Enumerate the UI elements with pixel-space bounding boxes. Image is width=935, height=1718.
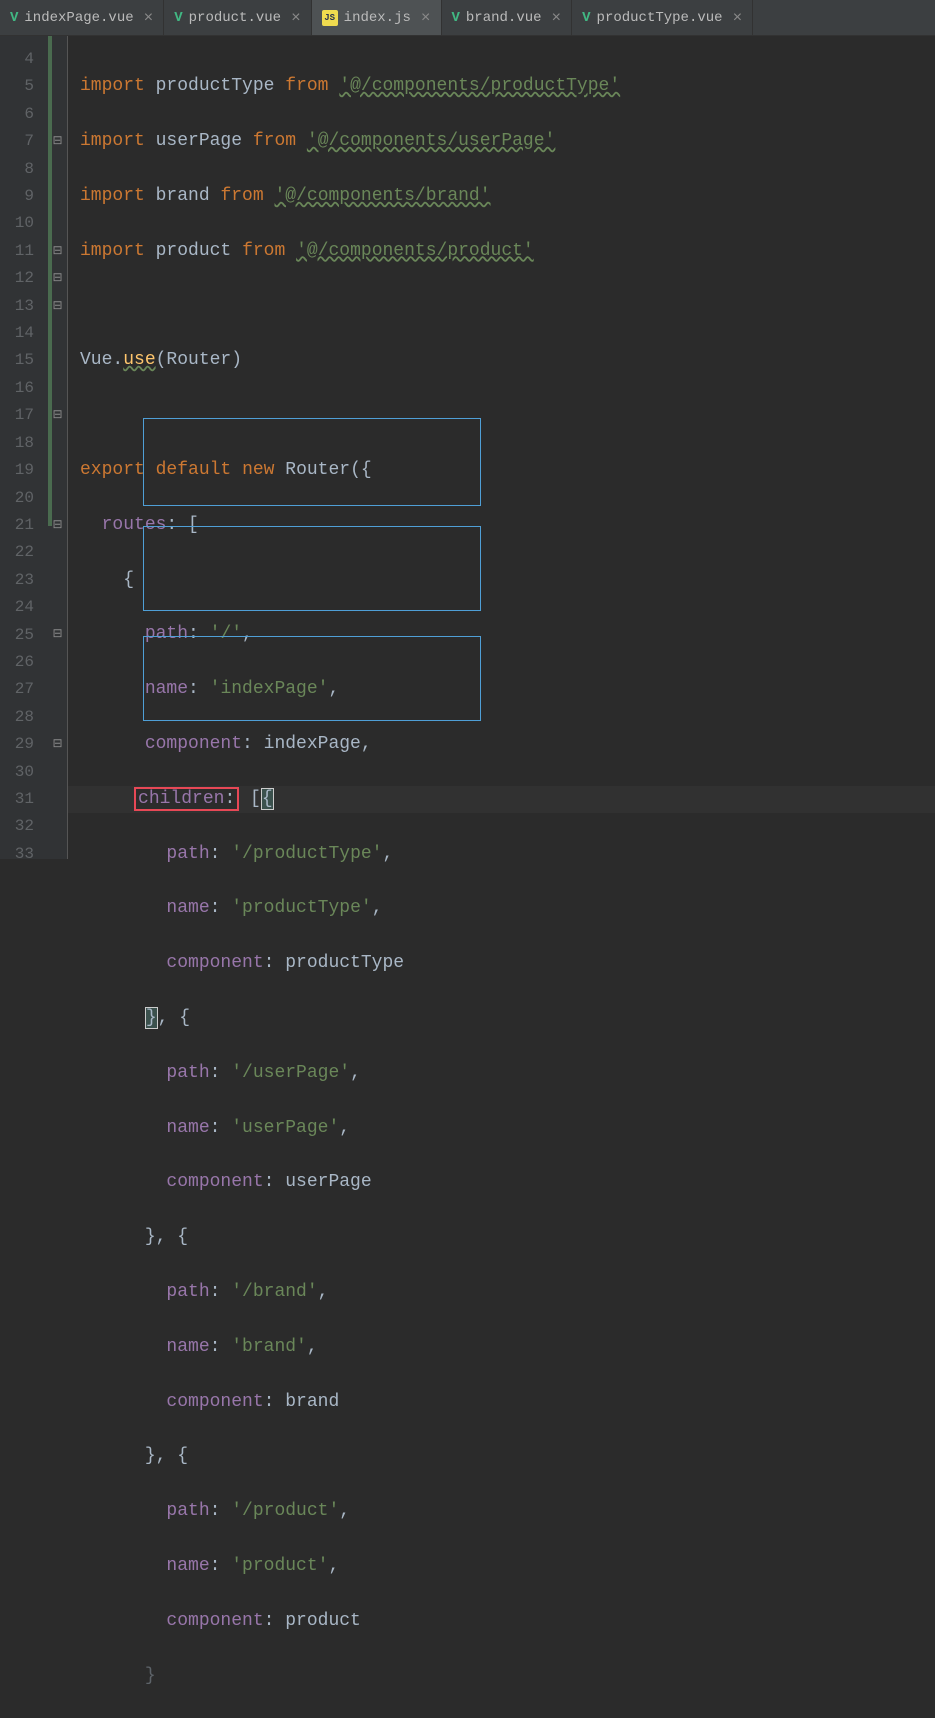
line-number: 7 (0, 128, 34, 155)
tab-indexpage[interactable]: V indexPage.vue × (0, 0, 164, 35)
line-number: 8 (0, 156, 34, 183)
code-line[interactable]: name: 'product', (68, 1553, 935, 1580)
line-number: 10 (0, 210, 34, 237)
highlight-box-red: children: (134, 787, 239, 811)
code-line[interactable]: component: userPage (68, 1169, 935, 1196)
code-line[interactable]: component: brand (68, 1389, 935, 1416)
close-icon[interactable]: × (144, 9, 154, 27)
line-number: 6 (0, 101, 34, 128)
code-line[interactable]: name: 'productType', (68, 895, 935, 922)
editor[interactable]: 4567891011121314151617181920212223242526… (0, 36, 935, 859)
code-line[interactable]: routes: [ (68, 512, 935, 539)
code-line[interactable]: component: product (68, 1608, 935, 1635)
code-area[interactable]: import productType from '@/components/pr… (68, 36, 935, 859)
tab-label: index.js (344, 10, 411, 26)
code-line[interactable]: path: '/product', (68, 1498, 935, 1525)
line-number: 23 (0, 567, 34, 594)
line-number: 4 (0, 46, 34, 73)
line-number: 26 (0, 649, 34, 676)
line-number: 15 (0, 347, 34, 374)
line-number: 31 (0, 786, 34, 813)
code-line[interactable]: path: '/brand', (68, 1279, 935, 1306)
code-line[interactable]: Vue.use(Router) (68, 347, 935, 374)
code-line[interactable]: import product from '@/components/produc… (68, 238, 935, 265)
code-line[interactable] (68, 402, 935, 429)
line-number: 18 (0, 430, 34, 457)
code-line[interactable]: component: productType (68, 950, 935, 977)
fold-gutter[interactable]: ⊟ ⊟ ⊟ ⊟ ⊟ ⊟ ⊟ ⊟ (48, 36, 68, 859)
close-icon[interactable]: × (291, 9, 301, 27)
line-number: 16 (0, 375, 34, 402)
code-line[interactable]: import userPage from '@/components/userP… (68, 128, 935, 155)
code-line[interactable]: export default new Router({ (68, 457, 935, 484)
code-line[interactable]: import brand from '@/components/brand' (68, 183, 935, 210)
code-line[interactable]: name: 'brand', (68, 1334, 935, 1361)
code-line-highlighted[interactable]: children: [{ (68, 786, 935, 813)
line-number: 22 (0, 539, 34, 566)
line-number: 12 (0, 265, 34, 292)
line-number: 25 (0, 622, 34, 649)
code-line[interactable]: path: '/userPage', (68, 1060, 935, 1087)
code-line[interactable]: }, { (68, 1443, 935, 1470)
line-number: 21 (0, 512, 34, 539)
tab-brand[interactable]: V brand.vue × (442, 0, 573, 35)
line-number: 13 (0, 293, 34, 320)
close-icon[interactable]: × (421, 9, 431, 27)
tab-bar: V indexPage.vue × V product.vue × JS ind… (0, 0, 935, 36)
code-line[interactable]: path: '/', (68, 621, 935, 648)
line-gutter: 4567891011121314151617181920212223242526… (0, 36, 48, 859)
line-number: 19 (0, 457, 34, 484)
code-line[interactable]: import productType from '@/components/pr… (68, 73, 935, 100)
line-number: 20 (0, 485, 34, 512)
line-number: 17 (0, 402, 34, 429)
vue-icon: V (582, 10, 590, 26)
line-number: 14 (0, 320, 34, 347)
code-line[interactable]: { (68, 567, 935, 594)
close-icon[interactable]: × (733, 9, 743, 27)
line-number: 9 (0, 183, 34, 210)
tab-producttype[interactable]: V productType.vue × (572, 0, 753, 35)
code-line[interactable]: }, { (68, 1005, 935, 1032)
tab-product[interactable]: V product.vue × (164, 0, 311, 35)
tab-label: productType.vue (597, 10, 723, 26)
vue-icon: V (174, 10, 182, 26)
code-line[interactable]: component: indexPage, (68, 731, 935, 758)
line-number: 24 (0, 594, 34, 621)
line-number: 11 (0, 238, 34, 265)
line-number: 33 (0, 841, 34, 868)
line-number: 32 (0, 813, 34, 840)
js-icon: JS (322, 10, 338, 26)
tab-label: brand.vue (466, 10, 542, 26)
line-number: 28 (0, 704, 34, 731)
tab-label: indexPage.vue (24, 10, 133, 26)
code-line[interactable] (68, 293, 935, 320)
close-icon[interactable]: × (552, 9, 562, 27)
code-line[interactable]: }, { (68, 1224, 935, 1251)
code-line[interactable]: path: '/productType', (68, 841, 935, 868)
line-number: 27 (0, 676, 34, 703)
tab-indexjs[interactable]: JS index.js × (312, 0, 442, 35)
line-number: 5 (0, 73, 34, 100)
code-line[interactable]: } (68, 1663, 935, 1690)
vue-icon: V (10, 10, 18, 26)
code-line[interactable]: name: 'indexPage', (68, 676, 935, 703)
line-number: 30 (0, 759, 34, 786)
line-number: 29 (0, 731, 34, 758)
tab-label: product.vue (189, 10, 281, 26)
code-line[interactable]: name: 'userPage', (68, 1115, 935, 1142)
vue-icon: V (452, 10, 460, 26)
